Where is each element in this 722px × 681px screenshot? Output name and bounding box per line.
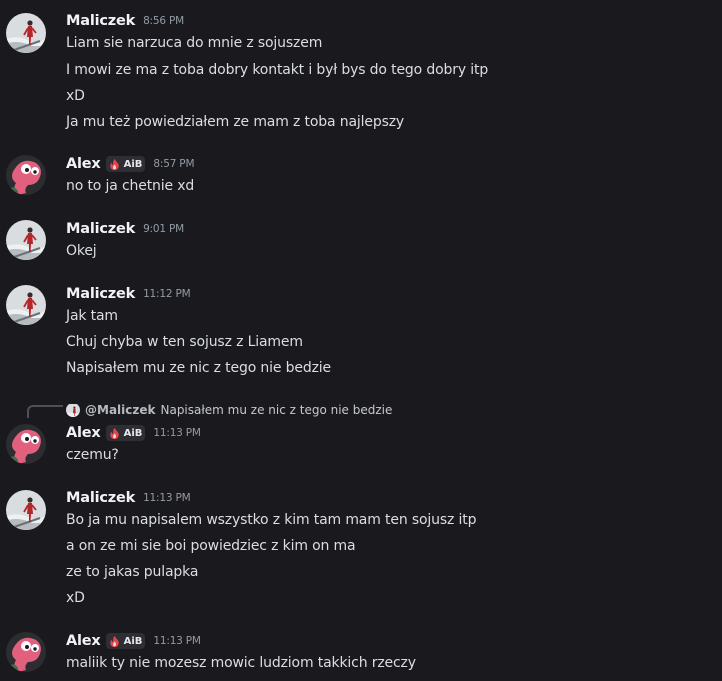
avatar-maliczek[interactable] [6, 490, 46, 530]
message-text: maliik ty nie mozesz mowic ludziom takki… [66, 655, 416, 671]
avatar-alex[interactable] [6, 155, 46, 195]
timestamp[interactable]: 9:01 PM [143, 223, 184, 235]
snowy-figure-avatar-icon [6, 285, 46, 325]
author-name[interactable]: Maliczek [66, 221, 135, 237]
badge-label: AiB [123, 158, 143, 170]
message-text: Bo ja mu napisalem wszystko z kim tam ma… [66, 512, 477, 528]
message-text: a on ze mi sie boi powiedziec z kim on m… [66, 538, 356, 554]
timestamp[interactable]: 11:13 PM [153, 635, 201, 647]
snowy-figure-avatar-icon [66, 404, 80, 417]
timestamp[interactable]: 8:56 PM [143, 15, 184, 27]
fire-icon [109, 635, 119, 647]
avatar-maliczek[interactable] [6, 13, 46, 53]
avatar-maliczek[interactable] [6, 285, 46, 325]
pink-blob-avatar-icon [6, 424, 46, 464]
message-text: czemu? [66, 447, 119, 463]
message-text: Ja mu też powiedziałem ze mam z toba naj… [66, 114, 405, 130]
reply-connector [27, 405, 63, 418]
pink-blob-avatar-icon [6, 155, 46, 195]
reply-avatar-maliczek [66, 403, 80, 417]
timestamp[interactable]: 8:57 PM [153, 158, 194, 170]
timestamp[interactable]: 11:13 PM [143, 492, 191, 504]
message-text: Chuj chyba w ten sojusz z Liamem [66, 334, 303, 350]
message-text: ze to jakas pulapka [66, 564, 199, 580]
snowy-figure-avatar-icon [6, 13, 46, 53]
message-text: I mowi ze ma z toba dobry kontakt i był … [66, 62, 489, 78]
avatar-alex[interactable] [6, 424, 46, 464]
message-text: xD [66, 88, 85, 104]
author-name[interactable]: Alex [66, 156, 101, 172]
role-badge[interactable]: AiB [105, 633, 146, 649]
badge-label: AiB [123, 635, 143, 647]
message-text: xD [66, 590, 85, 606]
avatar-maliczek[interactable] [6, 220, 46, 260]
timestamp[interactable]: 11:13 PM [153, 427, 201, 439]
reply-reference[interactable]: @Maliczek Napisałem mu ze nic z tego nie… [66, 401, 392, 419]
pink-blob-avatar-icon [6, 632, 46, 672]
author-name[interactable]: Maliczek [66, 490, 135, 506]
message-text: Napisałem mu ze nic z tego nie bedzie [66, 360, 331, 376]
author-name[interactable]: Alex [66, 633, 101, 649]
reply-preview-text[interactable]: Napisałem mu ze nic z tego nie bedzie [160, 403, 392, 417]
chat-message-list: Maliczek 8:56 PM Liam sie narzuca do mni… [0, 0, 722, 681]
fire-icon [109, 158, 119, 170]
timestamp[interactable]: 11:12 PM [143, 288, 191, 300]
snowy-figure-avatar-icon [6, 220, 46, 260]
message-text: no to ja chetnie xd [66, 178, 195, 194]
role-badge[interactable]: AiB [105, 425, 146, 441]
message-text: Jak tam [66, 308, 118, 324]
reply-mention[interactable]: @Maliczek [85, 403, 155, 417]
author-name[interactable]: Alex [66, 425, 101, 441]
badge-label: AiB [123, 427, 143, 439]
message-text: Okej [66, 243, 97, 259]
avatar-alex[interactable] [6, 632, 46, 672]
message-text: Liam sie narzuca do mnie z sojuszem [66, 35, 323, 51]
author-name[interactable]: Maliczek [66, 286, 135, 302]
role-badge[interactable]: AiB [105, 156, 146, 172]
snowy-figure-avatar-icon [6, 490, 46, 530]
author-name[interactable]: Maliczek [66, 13, 135, 29]
fire-icon [109, 427, 119, 439]
